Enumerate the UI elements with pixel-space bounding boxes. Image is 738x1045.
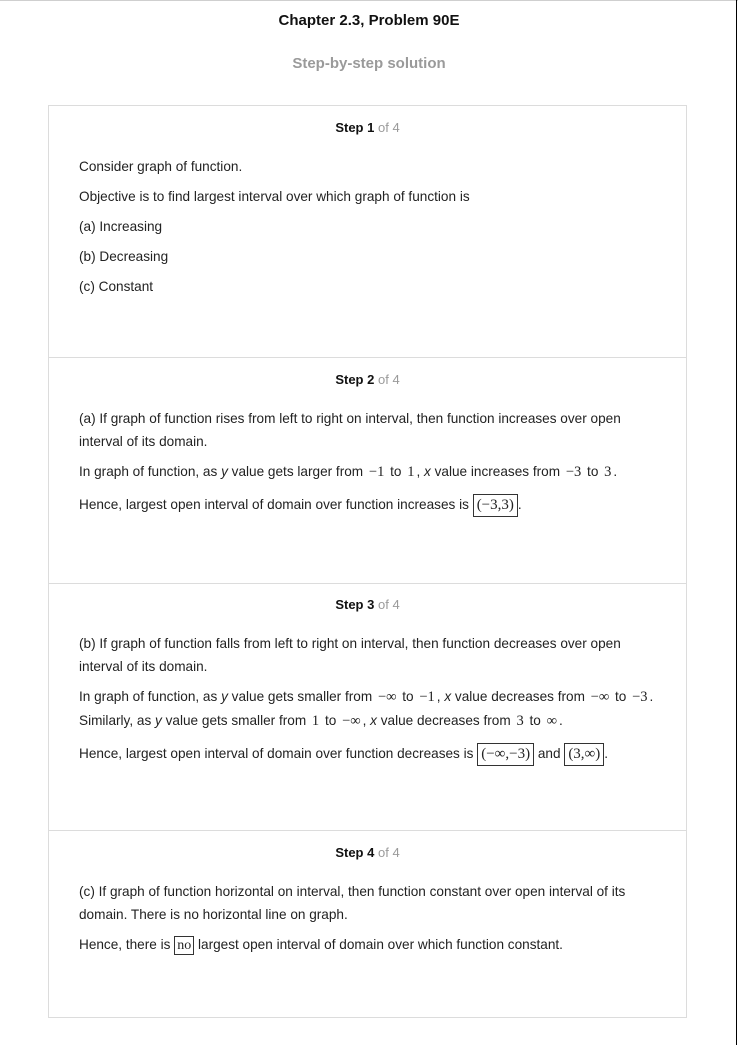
math-value: −∞ bbox=[342, 713, 361, 729]
step-text: (c) If graph of function horizontal on i… bbox=[79, 884, 626, 922]
text-run: Hence, largest open interval of domain o… bbox=[79, 497, 473, 512]
chapter-title: Chapter 2.3, Problem 90E bbox=[278, 12, 460, 29]
step-label: Step 2 bbox=[335, 372, 374, 387]
text-run: value gets smaller from bbox=[227, 689, 376, 704]
math-value: ∞ bbox=[546, 713, 557, 729]
text-run: value decreases from bbox=[451, 689, 589, 704]
step-1: Step 1 of 4 Consider graph of function. … bbox=[49, 106, 686, 298]
text-run: , bbox=[362, 713, 371, 728]
text-run: to bbox=[583, 464, 603, 479]
boxed-answer: (−∞,−3) bbox=[477, 742, 535, 766]
text-run: largest open interval of domain over whi… bbox=[197, 937, 563, 952]
math-value: −∞ bbox=[377, 689, 397, 705]
text-run: . bbox=[613, 464, 618, 479]
step-3: Step 3 of 4 (b) If graph of function fal… bbox=[49, 583, 686, 766]
variable-y: y bbox=[155, 713, 162, 728]
step-text: (c) Constant bbox=[79, 279, 154, 294]
step-text: In graph of function, as y value gets sm… bbox=[79, 685, 656, 733]
step-2-header: Step 2 of 4 bbox=[79, 358, 656, 406]
step-text: (a) If graph of function rises from left… bbox=[79, 411, 621, 449]
text-run: . bbox=[604, 746, 609, 761]
boxed-answer: (3,∞) bbox=[564, 742, 605, 766]
right-border bbox=[736, 0, 737, 1045]
step-answer: Hence, largest open interval of domain o… bbox=[79, 493, 656, 517]
step-total: of 4 bbox=[377, 845, 400, 860]
text-run: and bbox=[534, 746, 565, 761]
text-run: value decreases from bbox=[376, 713, 515, 728]
step-word: Step bbox=[335, 597, 364, 612]
solution-container: Step 1 of 4 Consider graph of function. … bbox=[48, 105, 687, 1018]
step-2: Step 2 of 4 (a) If graph of function ris… bbox=[49, 358, 686, 517]
step-answer: Hence, largest open interval of domain o… bbox=[79, 742, 656, 766]
math-value: −3 bbox=[632, 689, 648, 705]
math-value: 1 bbox=[407, 464, 415, 480]
text-run: Hence, largest open interval of domain o… bbox=[79, 746, 478, 761]
math-value: −1 bbox=[419, 689, 435, 705]
math-value: 3 bbox=[604, 464, 612, 480]
math-value: −1 bbox=[368, 464, 385, 480]
variable-y: y bbox=[221, 464, 228, 479]
step-3-header: Step 3 of 4 bbox=[79, 583, 656, 631]
variable-x: x bbox=[370, 713, 377, 728]
step-number: 4 bbox=[367, 845, 375, 860]
step-text: (b) If graph of function falls from left… bbox=[79, 636, 621, 674]
step-answer: Hence, there is no largest open interval… bbox=[79, 933, 656, 956]
step-text: Objective is to find largest interval ov… bbox=[79, 189, 470, 204]
math-value: −3 bbox=[565, 464, 582, 480]
variable-y: y bbox=[221, 689, 228, 704]
step-text: In graph of function, as y value gets la… bbox=[79, 460, 656, 484]
text-run: value gets larger from bbox=[227, 464, 367, 479]
step-number: 2 bbox=[367, 372, 375, 387]
step-text: Consider graph of function. bbox=[79, 159, 243, 174]
step-4: Step 4 of 4 (c) If graph of function hor… bbox=[49, 831, 686, 956]
step-number: 3 bbox=[367, 597, 375, 612]
step-total: of 4 bbox=[377, 120, 400, 135]
variable-x: x bbox=[424, 464, 431, 479]
text-run: to bbox=[614, 689, 631, 704]
step-label: Step 3 bbox=[335, 597, 374, 612]
text-run: value gets smaller from bbox=[161, 713, 310, 728]
step-label: Step 4 bbox=[335, 845, 374, 860]
boxed-answer: no bbox=[174, 935, 195, 955]
text-run: In graph of function, as bbox=[79, 464, 222, 479]
step-word: Step bbox=[335, 372, 364, 387]
step-1-header: Step 1 of 4 bbox=[79, 106, 656, 154]
step-label: Step 1 bbox=[335, 120, 374, 135]
step-total: of 4 bbox=[377, 597, 400, 612]
top-border bbox=[0, 0, 738, 1]
math-value: 3 bbox=[516, 713, 524, 729]
text-run: to bbox=[321, 713, 341, 728]
math-value: 1 bbox=[311, 713, 320, 729]
text-run: , bbox=[416, 464, 425, 479]
math-value: −∞ bbox=[590, 689, 610, 705]
text-run: . bbox=[517, 497, 522, 512]
text-run: to bbox=[386, 464, 406, 479]
solution-subtitle: Step-by-step solution bbox=[292, 55, 446, 72]
text-run: value increases from bbox=[430, 464, 564, 479]
step-number: 1 bbox=[367, 120, 375, 135]
step-text: (b) Decreasing bbox=[79, 249, 169, 264]
text-run: . bbox=[558, 713, 563, 728]
text-run: to bbox=[525, 713, 545, 728]
step-word: Step bbox=[335, 120, 364, 135]
text-run: In graph of function, as bbox=[79, 689, 222, 704]
step-text: (a) Increasing bbox=[79, 219, 163, 234]
step-total: of 4 bbox=[377, 372, 400, 387]
step-4-header: Step 4 of 4 bbox=[79, 831, 656, 879]
step-word: Step bbox=[335, 845, 364, 860]
text-run: Hence, there is bbox=[79, 937, 175, 952]
text-run: to bbox=[398, 689, 418, 704]
boxed-answer: (−3,3) bbox=[472, 493, 518, 517]
